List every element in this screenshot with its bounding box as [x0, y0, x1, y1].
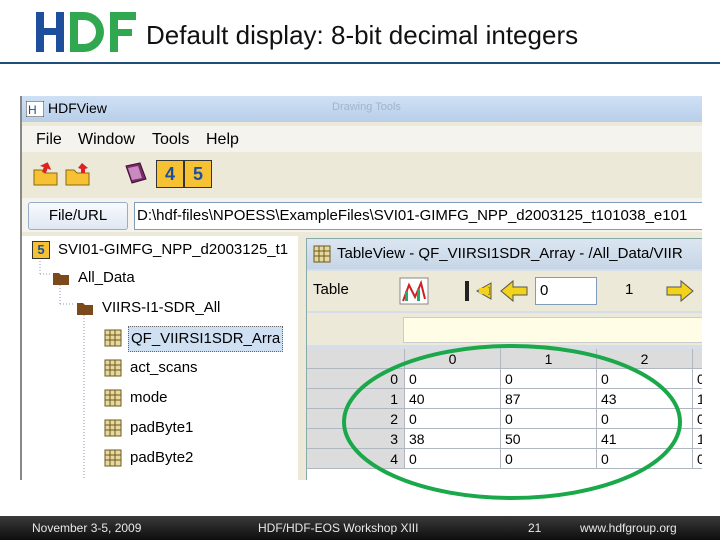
dataset-icon: [104, 389, 122, 407]
table-cell[interactable]: 87: [501, 389, 597, 409]
row-header: 0: [307, 369, 405, 389]
last-page-icon[interactable]: [701, 277, 702, 305]
footer-site: www.hdfgroup.org: [580, 521, 677, 535]
dataset-icon: [313, 245, 331, 263]
table-cell[interactable]: 0: [501, 449, 597, 469]
tree-label: All_Data: [78, 269, 135, 286]
url-row: File/URL D:\hdf-files\NPOESS\ExampleFile…: [22, 198, 702, 232]
dataset-icon: [104, 329, 122, 347]
column-header[interactable]: 2: [597, 349, 693, 369]
table-cell[interactable]: 0: [405, 449, 501, 469]
table-cell[interactable]: 0: [693, 409, 702, 429]
table-cell[interactable]: 0: [597, 409, 693, 429]
table-cell[interactable]: 0: [693, 369, 702, 389]
hdf-logo: [34, 10, 140, 54]
corner-header: [307, 349, 405, 369]
tree-label: padByte1: [130, 419, 194, 436]
menu-help[interactable]: Help: [206, 131, 239, 149]
chart-icon[interactable]: [399, 277, 429, 305]
folder-icon: [77, 303, 93, 315]
svg-text:H: H: [28, 103, 37, 117]
dataset-icon: [104, 359, 122, 377]
window-titlebar: H HDFView Drawing Tools: [22, 96, 702, 122]
window-title: HDFView: [48, 100, 107, 116]
menubar: File Window Tools Help: [22, 126, 702, 152]
next-page-icon[interactable]: [665, 277, 695, 305]
tableview-titlebar: TableView - QF_VIIRSI1SDR_Array - /All_D…: [307, 239, 702, 269]
table-menu[interactable]: Table: [313, 281, 349, 298]
tree-label: SVI01-GIMFG_NPP_d2003125_t1: [58, 241, 289, 258]
row-header: 4: [307, 449, 405, 469]
table-cell[interactable]: 14: [693, 389, 702, 409]
page-number: 1: [625, 281, 634, 298]
table-cell[interactable]: 0: [405, 409, 501, 429]
file-tree: 5 SVI01-GIMFG_NPP_d2003125_t1 All_Data V…: [22, 236, 298, 480]
table-cell[interactable]: 43: [597, 389, 693, 409]
cell-value-field[interactable]: [403, 317, 702, 343]
menu-file[interactable]: File: [36, 131, 62, 149]
dataset-icon: [104, 419, 122, 437]
tableview-frame: TableView - QF_VIIRSI1SDR_Array - /All_D…: [306, 238, 702, 480]
previous-page-icon[interactable]: [499, 277, 529, 305]
first-page-icon[interactable]: [463, 277, 493, 305]
main-toolbar: 4 5: [22, 154, 702, 194]
hdfview-window: H HDFView Drawing Tools File Window Tool…: [20, 96, 702, 480]
table-cell[interactable]: 41: [597, 429, 693, 449]
column-header[interactable]: 0: [405, 349, 501, 369]
hdf5-icon[interactable]: 5: [184, 160, 212, 188]
open-folder-icon[interactable]: [32, 160, 60, 188]
hdf5-file-icon: 5: [32, 241, 50, 259]
row-header: 2: [307, 409, 405, 429]
table-cell[interactable]: 40: [405, 389, 501, 409]
footer-event: HDF/HDF-EOS Workshop XIII: [258, 521, 419, 535]
help-book-icon[interactable]: [122, 160, 150, 188]
table-cell[interactable]: 0: [597, 449, 693, 469]
folder-icon: [53, 273, 69, 285]
tree-label: QF_VIIRSI1SDR_Arra: [128, 326, 284, 352]
ghost-title: Drawing Tools: [332, 101, 401, 113]
table-cell[interactable]: 38: [405, 429, 501, 449]
tree-label: act_scans: [130, 359, 198, 376]
slide-footer: November 3-5, 2009 HDF/HDF-EOS Workshop …: [0, 516, 720, 540]
footer-page: 21: [528, 521, 542, 535]
table-cell[interactable]: 50: [501, 429, 597, 449]
table-cell[interactable]: 0: [405, 369, 501, 389]
cell-info-bar: [307, 313, 702, 345]
table-cell[interactable]: 0: [501, 369, 597, 389]
page-input[interactable]: 0: [535, 277, 597, 305]
menu-window[interactable]: Window: [78, 131, 135, 149]
file-url-field[interactable]: D:\hdf-files\NPOESS\ExampleFiles\SVI01-G…: [134, 202, 702, 230]
split-divider[interactable]: [298, 236, 304, 480]
column-header[interactable]: 1: [501, 349, 597, 369]
row-header: 3: [307, 429, 405, 449]
tree-label: padByte2: [130, 449, 194, 466]
hdf4-icon[interactable]: 4: [156, 160, 184, 188]
file-url-button[interactable]: File/URL: [28, 202, 128, 230]
footer-date: November 3-5, 2009: [32, 521, 142, 535]
tableview-toolbar: Table 0 1: [307, 271, 702, 311]
column-header[interactable]: [693, 349, 702, 369]
tree-label: mode: [130, 389, 168, 406]
tree-label: VIIRS-I1-SDR_All: [102, 299, 221, 316]
table-cell[interactable]: 0: [597, 369, 693, 389]
open-remote-icon[interactable]: [64, 160, 92, 188]
tableview-title: TableView - QF_VIIRSI1SDR_Array - /All_D…: [337, 245, 683, 262]
title-rule: [0, 62, 720, 64]
dataset-icon: [104, 449, 122, 467]
table-cell[interactable]: 0: [501, 409, 597, 429]
table-cell[interactable]: 18: [693, 429, 702, 449]
hdfview-app-icon: H: [26, 101, 44, 117]
table-cell[interactable]: 0: [693, 449, 702, 469]
menu-tools[interactable]: Tools: [152, 131, 189, 149]
slide-title: Default display: 8-bit decimal integers: [146, 20, 579, 50]
data-table: 0 1 2 0 0 0 0 0 1 40 87 43 14 2 0 0 0 0 …: [307, 349, 702, 480]
row-header: 1: [307, 389, 405, 409]
